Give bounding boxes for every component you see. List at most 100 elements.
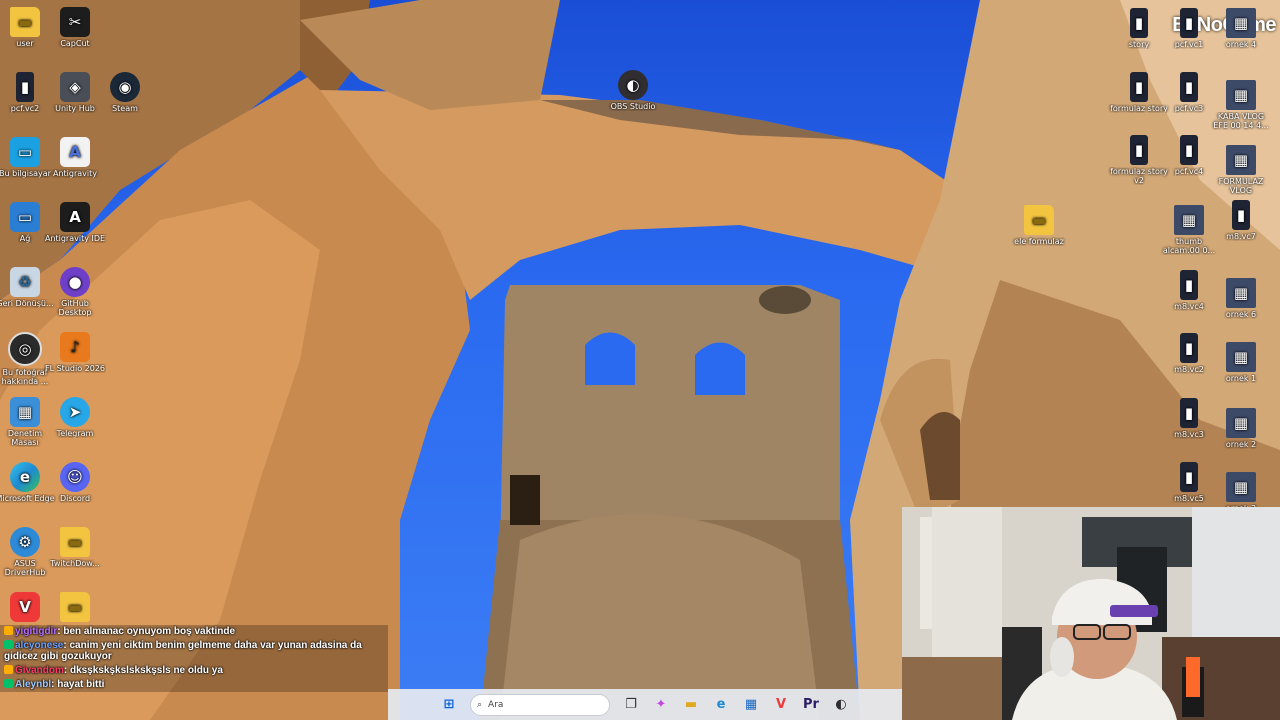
webcam-feed-image (902, 507, 1280, 720)
desktop-icon-label: OBS Studio (610, 102, 656, 111)
file-explorer-icon: ▬ (684, 697, 698, 712)
desktop-icon-m8-vc7[interactable]: ▮ m8.vc7 (1210, 200, 1272, 241)
obs-button[interactable]: ◐ (828, 692, 854, 718)
task-view-icon: ❐ (625, 697, 637, 712)
chat-badge-icon (4, 679, 13, 688)
desktop-icon-capcut[interactable]: ✂ CapCut (44, 7, 106, 48)
video-file-icon: ▮ (1180, 398, 1198, 428)
folder-icon: ▬ (1024, 205, 1054, 235)
desktop-icon-label: KABA VLOG EFE 00 14 4... (1213, 112, 1269, 130)
vivaldi-icon: V (775, 697, 787, 712)
chat-text: : dksşkskşkslskskşsls ne oldu ya (63, 665, 223, 676)
chat-badge-icon (4, 640, 13, 649)
github-icon: ● (60, 267, 90, 297)
unity-icon: ◈ (60, 72, 90, 102)
desktop-icon-label: m8.vc7 (1226, 232, 1256, 241)
desktop-icon-unnamed[interactable]: ▬ (44, 592, 106, 624)
premiere-icon: Pr (803, 697, 819, 712)
video-file-icon: ▮ (1130, 72, 1148, 102)
chat-username: alcyonese (15, 640, 64, 651)
desktop-icon-label: CapCut (60, 39, 90, 48)
desktop-icon-label: GitHub Desktop (58, 299, 92, 317)
chat-badge-icon (4, 626, 13, 635)
desktop-icon-label: ornek 2 (1225, 440, 1257, 449)
search-icon: ⌕ (477, 699, 483, 710)
chat-message: yigitigdir: ben almanac oynuyom boş vakt… (0, 625, 388, 639)
desktop-icon-antigravity-ide[interactable]: A Antigravity IDE (44, 202, 106, 243)
desktop-icon-antigravity[interactable]: A Antigravity (44, 137, 106, 178)
edge-button[interactable]: e (708, 692, 734, 718)
telegram-icon: ➤ (60, 397, 90, 427)
webcam-overlay (902, 507, 1280, 720)
desktop-icon-label: ornek 6 (1225, 310, 1257, 319)
desktop-icon-label: FORMULAZ VLOG (1218, 177, 1264, 195)
chat-username: Aleynbl (15, 679, 52, 690)
folder-icon: ▬ (60, 527, 90, 557)
image-file-icon: ▦ (1226, 278, 1256, 308)
desktop-icon-label: ornek 4 (1225, 40, 1257, 49)
file-explorer-button[interactable]: ▬ (678, 692, 704, 718)
edge-icon: e (10, 462, 40, 492)
desktop-icon-formulaz-vlog[interactable]: ▦ FORMULAZ VLOG (1210, 145, 1272, 195)
obs-icon: ◐ (835, 697, 847, 712)
premiere-button[interactable]: Pr (798, 692, 824, 718)
chat-message: Aleynbl: hayat bitti (0, 678, 388, 692)
this-pc-icon: ▭ (10, 137, 40, 167)
desktop-icon-label: Steam (112, 104, 138, 113)
desktop-icon-label: TwitchDow... (50, 559, 100, 568)
desktop-icon-label: Telegram (56, 429, 94, 438)
desktop-icon-ornek-1[interactable]: ▦ ornek 1 (1210, 342, 1272, 383)
chat-username: yigitigdir (15, 626, 58, 637)
desktop-icon-telegram[interactable]: ➤ Telegram (44, 397, 106, 438)
desktop-icon-obs-studio[interactable]: ◐ OBS Studio (602, 70, 664, 111)
image-file-icon: ▦ (1226, 145, 1256, 175)
video-file-icon: ▮ (1180, 333, 1198, 363)
video-file-icon: ▮ (1180, 462, 1198, 492)
desktop-icon-github-desktop[interactable]: ● GitHub Desktop (44, 267, 106, 317)
desktop-icon-label: ornek 1 (1225, 374, 1257, 383)
copilot-button[interactable]: ✦ (648, 692, 674, 718)
desktop-icon-discord[interactable]: ☺ Discord (44, 462, 106, 503)
copilot-icon: ✦ (655, 697, 667, 712)
chat-badge-icon (4, 665, 13, 674)
video-file-icon: ▮ (1180, 8, 1198, 38)
recycle-bin-icon: ♻ (10, 267, 40, 297)
taskbar-search-box[interactable]: ⌕ Ara (470, 693, 610, 716)
fl-studio-icon: ♪ (60, 332, 90, 362)
desktop-icon-label: Antigravity IDE (44, 234, 106, 243)
video-file-icon: ▮ (1180, 270, 1198, 300)
chat-text: : hayat bitti (51, 679, 105, 690)
desktop-icon-label: Discord (59, 494, 91, 503)
vivaldi-button[interactable]: V (768, 692, 794, 718)
image-file-icon: ▦ (1226, 342, 1256, 372)
chat-message: alcyonese: canim yeni ciktim benim gelme… (0, 639, 388, 664)
desktop-icon-steam[interactable]: ◉ Steam (94, 72, 156, 113)
chat-message: Givandom: dksşkskşkslskskşsls ne oldu ya (0, 664, 388, 678)
desktop-icon-ornek-2[interactable]: ▦ ornek 2 (1210, 408, 1272, 449)
desktop-icon-fl-studio-2026[interactable]: ♪ FL Studio 2026 (44, 332, 106, 373)
desktop-icon-twitchdow[interactable]: ▬ TwitchDow... (44, 527, 106, 568)
store-icon: ▦ (744, 697, 758, 712)
asus-icon: ⚙ (10, 527, 40, 557)
video-file-icon: ▮ (1232, 200, 1250, 230)
taskbar: ⊞ ⌕ Ara ❐ ✦ ▬ e ▦ V Pr ◐ (388, 689, 902, 720)
video-file-icon: ▮ (1130, 8, 1148, 38)
desktop-icon-ele-formulaz[interactable]: ▬ ele formulaz (1008, 205, 1070, 246)
vivaldi-icon: V (10, 592, 40, 622)
desktop-icon-ornek-4[interactable]: ▦ ornek 4 (1210, 8, 1272, 49)
desktop-icon-kaba-vlog-efe-00-14-4[interactable]: ▦ KABA VLOG EFE 00 14 4... (1210, 80, 1272, 130)
photo-info-icon: ◎ (8, 332, 42, 366)
stream-chat-overlay: yigitigdir: ben almanac oynuyom boş vakt… (0, 625, 388, 692)
discord-icon: ☺ (60, 462, 90, 492)
start-button[interactable]: ⊞ (436, 692, 462, 718)
video-file-icon: ▮ (1180, 72, 1198, 102)
image-file-icon: ▦ (1226, 472, 1256, 502)
desktop-icon-label: Antigravity (53, 169, 97, 178)
video-file-icon: ▮ (1180, 135, 1198, 165)
desktop-icon-label: ele formulaz (1014, 237, 1064, 246)
desktop-icon-ornek-6[interactable]: ▦ ornek 6 (1210, 278, 1272, 319)
task-view-button[interactable]: ❐ (618, 692, 644, 718)
steam-icon: ◉ (110, 72, 140, 102)
start-icon: ⊞ (443, 697, 455, 712)
store-button[interactable]: ▦ (738, 692, 764, 718)
